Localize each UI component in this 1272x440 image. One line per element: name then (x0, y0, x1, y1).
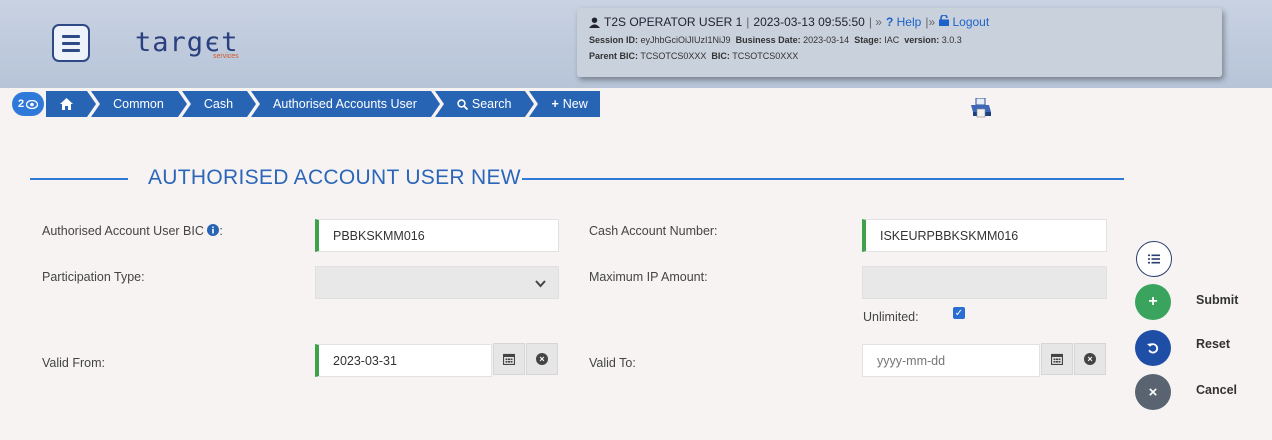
breadcrumb-label: New (562, 97, 588, 111)
session-id-label: Session ID: (589, 35, 639, 45)
max-ip-amount-input[interactable] (862, 266, 1107, 299)
valid-from-calendar-button[interactable] (493, 343, 525, 375)
menu-bar (62, 48, 80, 52)
page-title: AUTHORISED ACCOUNT USER NEW (148, 166, 521, 189)
cash-account-value: ISKEURPBBKSKMM016 (880, 228, 1019, 243)
search-icon (457, 98, 468, 110)
user-info-panel: T2S OPERATOR USER 1 | 2023-03-13 09:55:5… (577, 8, 1222, 77)
breadcrumb-search[interactable]: Search (434, 91, 535, 117)
badge-count: 2 (18, 98, 25, 110)
bic-label-suffix: : (219, 224, 223, 238)
breadcrumb: 2 Common Cash Authorised Accounts User S… (12, 91, 604, 117)
separator: | » (868, 15, 882, 29)
printer-icon[interactable] (970, 98, 992, 118)
bic-info: Parent BIC: TCSOTCS0XXX BIC: TCSOTCS0XXX (589, 51, 1210, 61)
list-icon (1148, 254, 1160, 264)
list-view-button[interactable] (1136, 241, 1172, 277)
undo-icon (1147, 343, 1159, 354)
version-value: 3.0.3 (941, 35, 962, 45)
cash-account-label: Cash Account Number: (589, 224, 718, 238)
logout-link[interactable]: Logout (939, 14, 990, 29)
breadcrumb-label: Common (113, 97, 164, 111)
submit-label[interactable]: Submit (1196, 293, 1238, 307)
open-tabs-badge[interactable]: 2 (12, 92, 45, 116)
calendar-icon (503, 353, 515, 365)
session-id-value: eyJhbGciOiJIUzI1NiJ9 (640, 35, 731, 45)
target-logo: targєt services (135, 27, 239, 60)
unlimited-label: Unlimited: (863, 310, 919, 324)
valid-from-label: Valid From: (42, 356, 105, 370)
cancel-label[interactable]: Cancel (1196, 383, 1237, 397)
bic-field-label: Authorised Account User BIC : (42, 224, 223, 238)
max-ip-amount-label: Maximum IP Amount: (589, 270, 708, 284)
logout-label: Logout (952, 15, 990, 29)
valid-to-clear-button[interactable]: × (1074, 343, 1106, 375)
breadcrumb-common[interactable]: Common (91, 91, 187, 117)
close-icon: × (1148, 383, 1158, 401)
reset-label[interactable]: Reset (1196, 337, 1230, 351)
valid-from-clear-button[interactable]: × (526, 343, 558, 375)
logo-subtext: services (213, 53, 239, 60)
user-icon (589, 16, 600, 28)
hamburger-menu-button[interactable] (52, 24, 90, 62)
eye-icon (26, 99, 39, 109)
breadcrumb-new[interactable]: + New (529, 91, 600, 117)
bic-label: BIC: (711, 51, 730, 61)
valid-to-input[interactable]: yyyy-mm-dd (862, 344, 1040, 377)
plus-icon: + (1148, 293, 1158, 310)
separator: |» (925, 15, 936, 29)
version-label: version: (904, 35, 940, 45)
valid-from-input[interactable]: 2023-03-31 (315, 344, 492, 377)
stage-label: Stage: (854, 35, 882, 45)
help-label: Help (896, 15, 922, 29)
breadcrumb-label: Authorised Accounts User (273, 97, 417, 111)
chevron-down-icon (535, 280, 546, 288)
cancel-button[interactable]: × (1135, 374, 1171, 410)
info-icon[interactable] (207, 224, 220, 236)
bic-label-text: Authorised Account User BIC (42, 224, 204, 238)
app-header: targєt services T2S OPERATOR USER 1 | 20… (0, 0, 1272, 88)
plus-icon: + (551, 97, 559, 111)
bic-value: TCSOTCS0XXX (732, 51, 799, 61)
section-divider-right (522, 178, 1124, 180)
reset-button[interactable] (1135, 330, 1171, 366)
clear-icon: × (1084, 353, 1096, 365)
lock-icon (939, 14, 950, 26)
submit-button[interactable]: + (1135, 284, 1171, 320)
section-divider-left (30, 178, 128, 180)
parent-bic-label: Parent BIC: (589, 51, 639, 61)
clear-icon: × (536, 353, 548, 365)
user-name: T2S OPERATOR USER 1 (604, 15, 743, 29)
stage-value: IAC (884, 35, 900, 45)
menu-bar (62, 34, 80, 38)
valid-to-label: Valid To: (589, 356, 636, 370)
bic-input-value: PBBKSKMM016 (333, 228, 425, 243)
breadcrumb-authorised-accounts-user[interactable]: Authorised Accounts User (251, 91, 440, 117)
bic-input[interactable]: PBBKSKMM016 (315, 219, 559, 252)
breadcrumb-home[interactable] (46, 91, 97, 117)
participation-type-select[interactable] (315, 266, 559, 299)
help-icon: ? (885, 15, 894, 29)
parent-bic-value: TCSOTCS0XXX (640, 51, 707, 61)
business-date-label: Business Date: (735, 35, 801, 45)
cash-account-input[interactable]: ISKEURPBBKSKMM016 (862, 219, 1107, 252)
business-date-value: 2023-03-14 (803, 35, 850, 45)
separator: | (746, 15, 750, 29)
valid-to-placeholder: yyyy-mm-dd (877, 353, 946, 368)
valid-from-value: 2023-03-31 (333, 353, 397, 368)
help-link[interactable]: ? Help (886, 15, 921, 29)
menu-bar (62, 41, 80, 45)
breadcrumb-label: Search (471, 97, 512, 111)
session-info: Session ID: eyJhbGciOiJIUzI1NiJ9 Busines… (589, 35, 1210, 45)
participation-type-label: Participation Type: (42, 270, 145, 284)
login-datetime: 2023-03-13 09:55:50 (753, 15, 865, 29)
unlimited-checkbox[interactable]: ✓ (953, 307, 965, 319)
breadcrumb-cash[interactable]: Cash (181, 91, 257, 117)
breadcrumb-label: Cash (203, 97, 234, 111)
calendar-icon (1051, 353, 1063, 365)
home-icon (60, 98, 74, 110)
valid-to-calendar-button[interactable] (1041, 343, 1073, 375)
